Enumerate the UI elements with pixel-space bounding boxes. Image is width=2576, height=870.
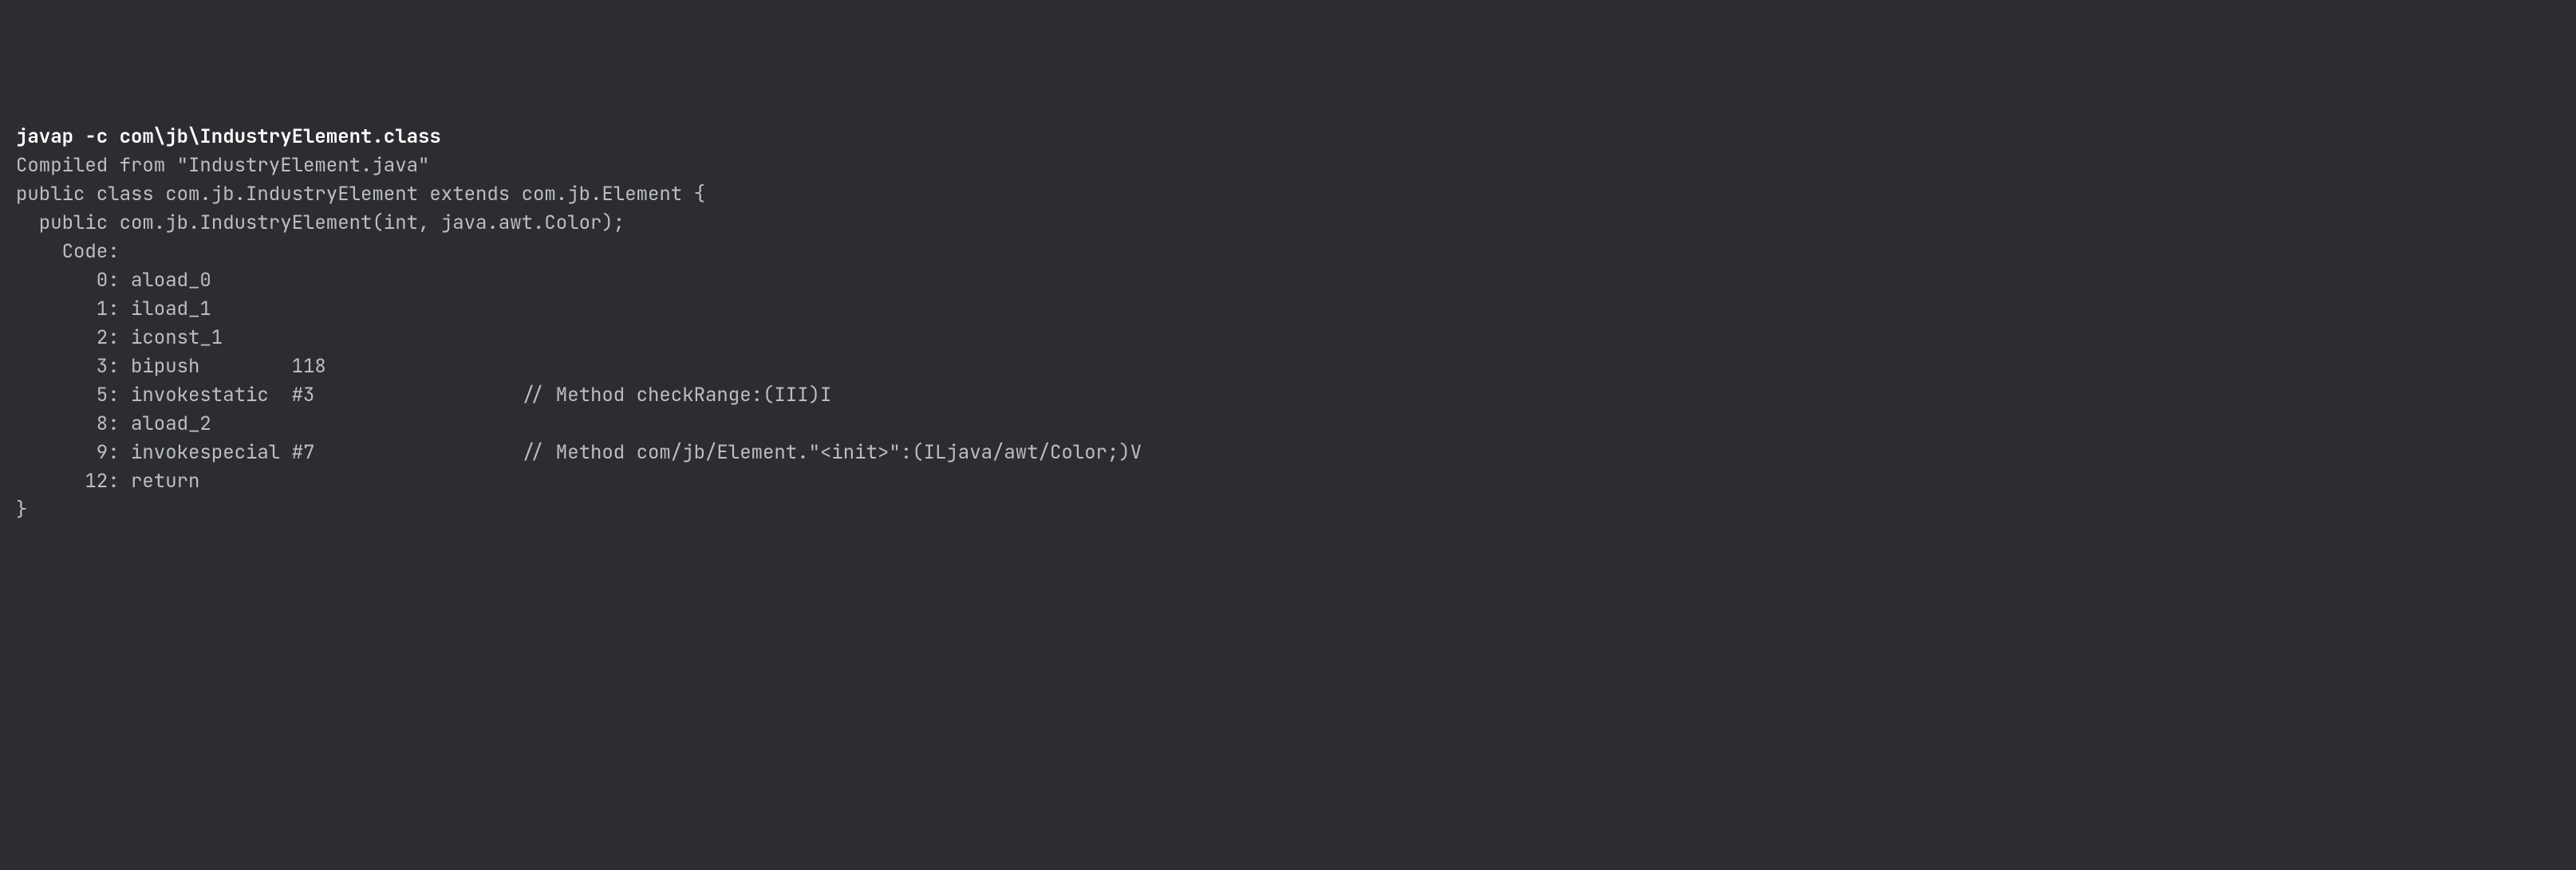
output-line-6: 2: iconst_1 (16, 324, 2560, 352)
output-line-10: 9: invokespecial #7 // Method com/jb/Ele… (16, 439, 2560, 467)
output-line-0: Compiled from "IndustryElement.java" (16, 152, 2560, 180)
output-line-8: 5: invokestatic #3 // Method checkRange:… (16, 381, 2560, 410)
output-line-12: } (16, 496, 2560, 525)
output-line-4: 0: aload_0 (16, 266, 2560, 295)
output-line-5: 1: iload_1 (16, 295, 2560, 324)
command-line: javap -c com\jb\IndustryElement.class (16, 123, 2560, 152)
output-line-3: Code: (16, 238, 2560, 266)
output-line-2: public com.jb.IndustryElement(int, java.… (16, 209, 2560, 238)
output-line-1: public class com.jb.IndustryElement exte… (16, 180, 2560, 209)
output-line-9: 8: aload_2 (16, 410, 2560, 439)
output-line-7: 3: bipush 118 (16, 352, 2560, 381)
output-line-11: 12: return (16, 467, 2560, 496)
